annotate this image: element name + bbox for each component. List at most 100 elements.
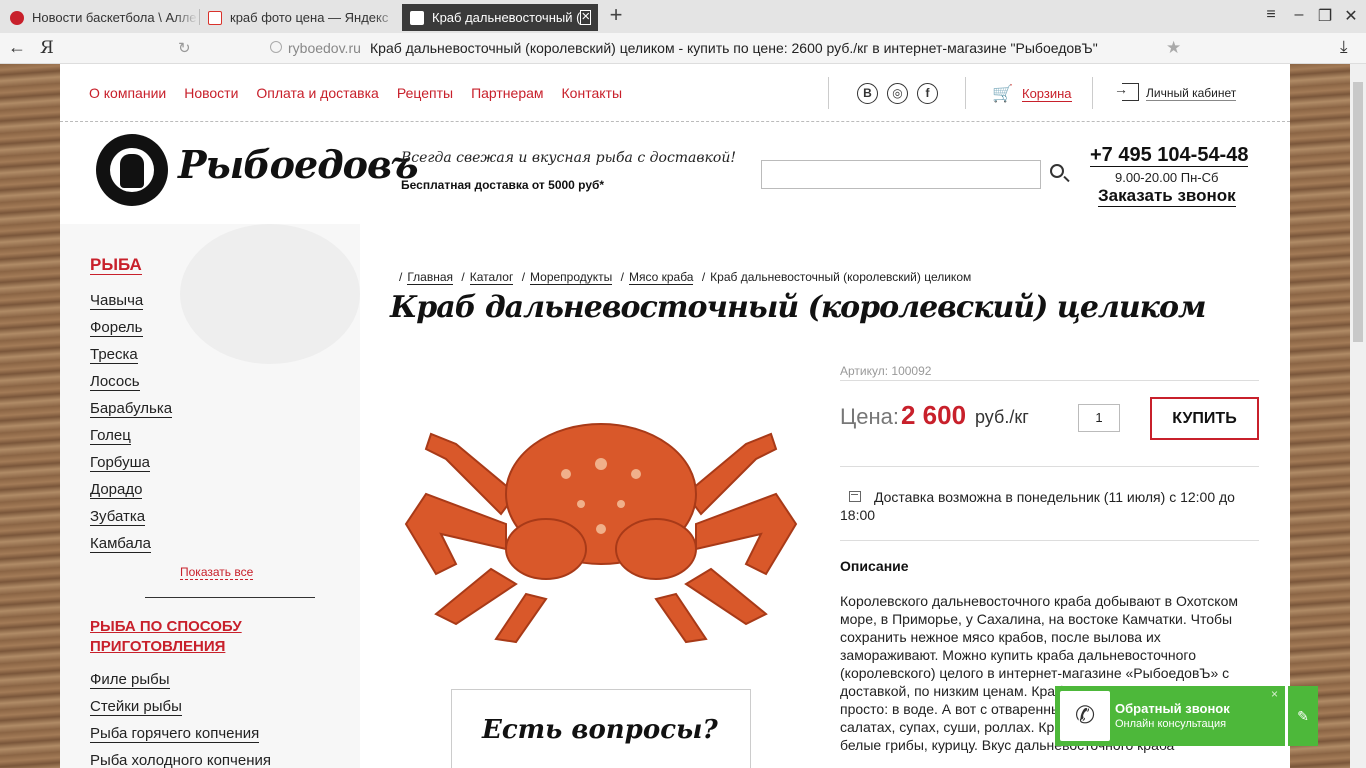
list-item[interactable]: Зубатка	[90, 508, 172, 535]
quantity-input[interactable]: 1	[1078, 404, 1120, 432]
working-hours: 9.00-20.00 Пн-Сб	[1115, 170, 1219, 185]
search-icon[interactable]	[1050, 164, 1064, 178]
list-item[interactable]: Чавыча	[90, 292, 172, 319]
instagram-icon[interactable]: ◎	[887, 83, 908, 104]
phone-number[interactable]: +7 495 104-54-48	[1090, 144, 1249, 167]
breadcrumb-catalog[interactable]: Каталог	[469, 270, 514, 285]
ryboedov-favicon-icon	[410, 10, 424, 25]
category-title-cooking[interactable]: РЫБА ПО СПОСОБУ ПРИГОТОВЛЕНИЯ	[90, 617, 290, 657]
description-title: Описание	[840, 558, 909, 574]
list-item[interactable]: Лосось	[90, 373, 172, 400]
browser-tab-yandex-search[interactable]: краб фото цена — Яндекс	[200, 4, 398, 31]
price-label: Цена:	[840, 404, 900, 429]
url-page-title[interactable]: Краб дальневосточный (королевский) целик…	[370, 40, 1098, 56]
nav-links: О компании Новости Оплата и доставка Рец…	[89, 85, 640, 101]
callback-widget[interactable]: ✆ Обратный звонок Онлайн консультация ×	[1055, 686, 1285, 746]
nav-link-contacts[interactable]: Контакты	[562, 85, 622, 101]
divider	[840, 380, 1259, 381]
free-delivery-note: Бесплатная доставка от 5000 руб*	[401, 178, 605, 192]
list-item[interactable]: Форель	[90, 319, 172, 346]
tab-title: краб фото цена — Яндекс	[230, 10, 389, 25]
top-navigation: О компании Новости Оплата и доставка Рец…	[60, 64, 1290, 122]
login-icon[interactable]	[1114, 81, 1139, 101]
category-list: Чавыча Форель Треска Лосось Барабулька Г…	[90, 292, 173, 562]
tagline: Всегда свежая и вкусная рыба с доставкой…	[401, 150, 736, 166]
menu-icon[interactable]: ≡	[1260, 6, 1282, 24]
breadcrumb-crab-meat[interactable]: Мясо краба	[628, 270, 694, 285]
list-item[interactable]: Камбала	[90, 535, 172, 562]
browser-tab-active-crab[interactable]: Краб дальневосточный ( ×	[402, 4, 598, 31]
tab-title: Краб дальневосточный (	[432, 10, 581, 25]
brand-logo-text[interactable]: Рыбоедовъ	[178, 142, 419, 187]
category-list-cooking: Филе рыбы Стейки рыбы Рыба горячего копч…	[90, 671, 271, 768]
category-title-fish[interactable]: РЫБА	[90, 255, 142, 275]
buy-button[interactable]: КУПИТЬ	[1150, 397, 1259, 440]
fish-pattern-background	[180, 224, 360, 364]
reload-icon[interactable]: ↻	[178, 39, 191, 57]
nav-link-payment-delivery[interactable]: Оплата и доставка	[256, 85, 378, 101]
wood-background-right	[1290, 64, 1350, 768]
url-domain[interactable]: ryboedov.ru	[288, 40, 361, 56]
list-item[interactable]: Барабулька	[90, 400, 173, 427]
download-icon[interactable]: ⤓	[1340, 37, 1348, 57]
close-tab-icon[interactable]: ×	[580, 9, 592, 25]
list-item[interactable]: Филе рыбы	[90, 671, 271, 698]
breadcrumb-home[interactable]: Главная	[407, 270, 454, 285]
nav-link-about[interactable]: О компании	[89, 85, 166, 101]
breadcrumb: / Главная / Каталог / Морепродукты / Мясо кр…	[399, 270, 972, 285]
catalog-sidebar: РЫБА Чавыча Форель Треска Лосось Барабул…	[60, 224, 360, 768]
order-callback-link[interactable]: Заказать звонок	[1098, 186, 1236, 207]
list-item[interactable]: Рыба холодного копчения	[90, 752, 271, 768]
breadcrumb-seafood[interactable]: Морепродукты	[530, 270, 613, 285]
price-value: 2 600	[901, 400, 967, 430]
divider	[840, 540, 1259, 541]
account-link[interactable]: Личный кабинет	[1146, 86, 1237, 101]
nav-link-partners[interactable]: Партнерам	[471, 85, 543, 101]
list-item[interactable]: Треска	[90, 346, 172, 373]
cart-icon[interactable]: 🛒	[992, 84, 1013, 104]
product-sku: Артикул: 100092	[840, 364, 932, 378]
yandex-logo-icon[interactable]: Я	[40, 38, 54, 58]
address-bar: ← Я ↻ ryboedov.ru Краб дальневосточный (…	[0, 33, 1366, 64]
tab-favicon-icon	[10, 10, 24, 25]
breadcrumb-current: Краб дальневосточный (королевский) целик…	[710, 270, 972, 284]
page-scrollbar[interactable]	[1350, 64, 1366, 768]
callback-widget-title[interactable]: Обратный звонок	[1115, 701, 1230, 716]
phone-icon[interactable]: ✆	[1060, 691, 1110, 741]
callback-widget-subtitle: Онлайн консультация	[1115, 718, 1227, 730]
wood-background-left	[0, 64, 60, 768]
minimize-icon[interactable]: –	[1288, 6, 1310, 24]
bookmark-star-icon[interactable]: ★	[1166, 38, 1181, 58]
cart-link[interactable]: Корзина	[1022, 86, 1072, 102]
questions-box: Есть вопросы?	[451, 689, 751, 768]
facebook-icon[interactable]: f	[917, 83, 938, 104]
restore-icon[interactable]: ❐	[1314, 6, 1336, 26]
vk-icon[interactable]: B	[857, 83, 878, 104]
logo-emblem-icon[interactable]	[96, 134, 168, 206]
browser-tab-bar: Новости баскетбола \ Алле краб фото цена…	[0, 0, 1366, 33]
nav-link-recipes[interactable]: Рецепты	[397, 85, 453, 101]
tab-title: Новости баскетбола \ Алле	[32, 10, 197, 25]
list-item[interactable]: Стейки рыбы	[90, 698, 271, 725]
chat-edit-icon[interactable]: ✎	[1288, 686, 1318, 746]
close-window-icon[interactable]: ✕	[1340, 6, 1362, 26]
new-tab-icon[interactable]: +	[604, 4, 628, 28]
page-title: Краб дальневосточный (королевский) целик…	[390, 290, 1207, 325]
list-item[interactable]: Голец	[90, 427, 172, 454]
yandex-favicon-icon	[208, 10, 222, 25]
list-item[interactable]: Дорадо	[90, 481, 172, 508]
price-unit: руб./кг	[975, 407, 1029, 427]
search-input[interactable]	[761, 160, 1041, 189]
globe-icon	[270, 41, 282, 53]
product-image-crab[interactable]	[396, 374, 806, 644]
browser-tab-basketball[interactable]: Новости баскетбола \ Алле	[2, 4, 198, 31]
nav-link-news[interactable]: Новости	[184, 85, 238, 101]
close-icon[interactable]: ×	[1271, 687, 1278, 701]
show-all-link[interactable]: Показать все	[180, 565, 254, 580]
list-item[interactable]: Горбуша	[90, 454, 172, 481]
list-item[interactable]: Рыба горячего копчения	[90, 725, 271, 752]
sidebar-divider	[145, 597, 315, 598]
back-arrow-icon[interactable]: ←	[8, 37, 26, 58]
questions-title: Есть вопросы?	[482, 715, 718, 745]
scrollbar-thumb[interactable]	[1353, 82, 1363, 342]
